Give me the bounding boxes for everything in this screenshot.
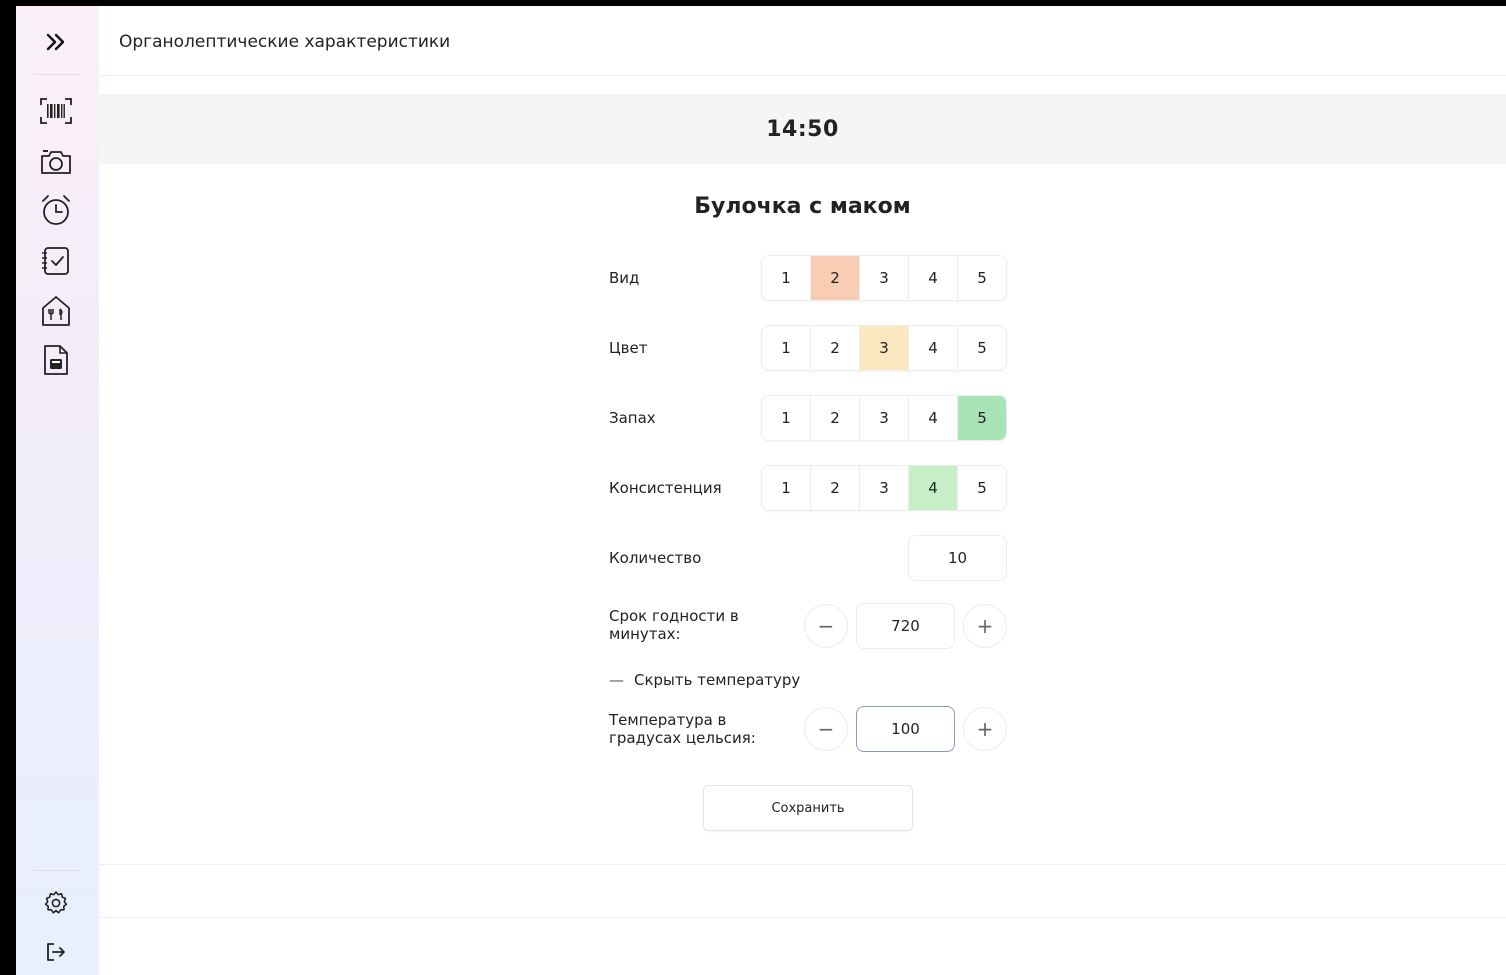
- expand-icon: [46, 33, 65, 51]
- temperature-increment-button[interactable]: +: [963, 707, 1007, 751]
- hide-temperature-label: Скрыть температуру: [634, 671, 801, 689]
- logout-button[interactable]: [36, 932, 76, 972]
- shelf-life-label: Срок годности в минутах:: [609, 607, 739, 643]
- page-title: Органолептические характеристики: [119, 32, 451, 52]
- settings-button[interactable]: [36, 883, 76, 923]
- rating-label-view: Вид: [609, 269, 640, 287]
- shelf-life-increment-button[interactable]: +: [963, 604, 1007, 648]
- rating-group-smell: 1 2 3 4 5: [761, 395, 1007, 441]
- rating-option[interactable]: 2: [811, 396, 860, 440]
- product-name: Булочка с маком: [694, 194, 911, 219]
- temperature-label-line1: Температура в: [609, 711, 727, 729]
- rating-option[interactable]: 2: [811, 326, 860, 370]
- temperature-label: Температура в градусах цельсия:: [609, 711, 756, 747]
- rating-label-smell: Запах: [609, 409, 656, 427]
- rating-option[interactable]: 1: [762, 396, 811, 440]
- sidebar-item-camera[interactable]: [36, 142, 76, 182]
- rating-option-selected[interactable]: 5: [958, 396, 1006, 440]
- restaurant-icon: [42, 296, 70, 326]
- shelf-life-decrement-button[interactable]: −: [804, 604, 848, 648]
- camera-icon: [41, 150, 71, 174]
- sidebar-item-timer[interactable]: [36, 190, 76, 230]
- quantity-input[interactable]: 10: [908, 535, 1007, 581]
- sidebar-item-document[interactable]: [36, 340, 76, 380]
- rating-option[interactable]: 5: [958, 256, 1006, 300]
- current-time: 14:50: [766, 116, 839, 142]
- rating-group-consistency: 1 2 3 4 5: [761, 465, 1007, 511]
- rating-option[interactable]: 4: [909, 396, 958, 440]
- document-icon: [44, 345, 68, 375]
- hide-temperature-toggle[interactable]: — Скрыть температуру: [609, 671, 800, 689]
- collapse-dash-icon: —: [609, 671, 624, 689]
- shelf-life-label-line1: Срок годности в: [609, 607, 739, 625]
- header: Органолептические характеристики: [99, 6, 1506, 76]
- rating-option-selected[interactable]: 2: [811, 256, 860, 300]
- rating-option[interactable]: 2: [811, 466, 860, 510]
- rating-option-selected[interactable]: 4: [909, 466, 958, 510]
- sidebar-divider-bottom: [34, 870, 80, 871]
- rating-option[interactable]: 3: [860, 256, 909, 300]
- temperature-label-line2: градусах цельсия:: [609, 729, 756, 747]
- temperature-decrement-button[interactable]: −: [804, 707, 848, 751]
- rating-option[interactable]: 5: [958, 466, 1006, 510]
- rating-option[interactable]: 1: [762, 466, 811, 510]
- rating-option-selected[interactable]: 3: [860, 326, 909, 370]
- rating-group-color: 1 2 3 4 5: [761, 325, 1007, 371]
- settings-icon: [44, 891, 68, 914]
- footer-divider: [99, 864, 1506, 865]
- rating-option[interactable]: 1: [762, 326, 811, 370]
- sidebar-item-checklist[interactable]: [36, 241, 76, 281]
- shelf-life-input[interactable]: 720: [856, 603, 955, 649]
- checklist-icon: [42, 247, 69, 275]
- rating-option[interactable]: 5: [958, 326, 1006, 370]
- rating-option[interactable]: 3: [860, 396, 909, 440]
- footer-divider: [99, 917, 1506, 918]
- sidebar: [16, 6, 99, 975]
- expand-sidebar-button[interactable]: [36, 22, 76, 62]
- sidebar-item-restaurant[interactable]: [36, 291, 76, 331]
- alarm-clock-icon: [42, 195, 70, 225]
- rating-option[interactable]: 4: [909, 326, 958, 370]
- rating-label-color: Цвет: [609, 339, 648, 357]
- shelf-life-label-line2: минутах:: [609, 625, 681, 643]
- quantity-label: Количество: [609, 549, 702, 567]
- sidebar-item-barcode[interactable]: [36, 91, 76, 131]
- barcode-icon: [40, 98, 72, 124]
- sidebar-divider: [34, 74, 80, 75]
- rating-option[interactable]: 1: [762, 256, 811, 300]
- temperature-input[interactable]: 100: [856, 706, 955, 752]
- app-window: Органолептические характеристики 14:50 Б…: [16, 6, 1506, 975]
- save-button[interactable]: Сохранить: [703, 785, 913, 831]
- time-bar: 14:50: [99, 94, 1506, 164]
- logout-icon: [47, 943, 65, 961]
- rating-option[interactable]: 3: [860, 466, 909, 510]
- rating-label-consistency: Консистенция: [609, 479, 722, 497]
- rating-group-view: 1 2 3 4 5: [761, 255, 1007, 301]
- rating-option[interactable]: 4: [909, 256, 958, 300]
